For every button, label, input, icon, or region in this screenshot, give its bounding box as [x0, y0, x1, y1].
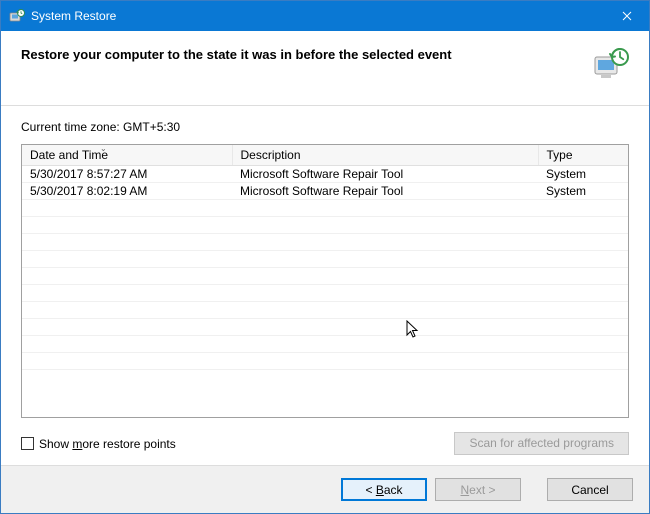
- cell-type: System: [538, 166, 628, 183]
- table-row[interactable]: 5/30/2017 8:57:27 AM Microsoft Software …: [22, 166, 628, 183]
- wizard-header: Restore your computer to the state it wa…: [1, 31, 649, 106]
- system-restore-window: System Restore Restore your computer to …: [0, 0, 650, 514]
- cell-type: System: [538, 183, 628, 200]
- close-button[interactable]: [604, 1, 649, 31]
- cell-date: 5/30/2017 8:02:19 AM: [22, 183, 232, 200]
- cell-desc: Microsoft Software Repair Tool: [232, 166, 538, 183]
- content-area: Current time zone: GMT+5:30 Date and Tim…: [1, 106, 649, 465]
- column-header-description[interactable]: Description: [232, 145, 538, 166]
- table-header-row: Date and Time ⌄ Description Type: [22, 145, 628, 166]
- next-button: Next >: [435, 478, 521, 501]
- show-more-checkbox[interactable]: [21, 437, 34, 450]
- column-header-date[interactable]: Date and Time ⌄: [22, 145, 232, 166]
- restore-icon: [593, 45, 629, 81]
- app-icon: [9, 8, 25, 24]
- sort-indicator-icon: ⌄: [100, 144, 107, 153]
- cell-desc: Microsoft Software Repair Tool: [232, 183, 538, 200]
- close-icon: [622, 11, 632, 21]
- column-header-type[interactable]: Type: [538, 145, 628, 166]
- restore-points-table: Date and Time ⌄ Description Type 5/30/20…: [21, 144, 629, 418]
- scan-affected-button: Scan for affected programs: [454, 432, 629, 455]
- wizard-header-title: Restore your computer to the state it wa…: [21, 45, 593, 62]
- below-table-row: Show more restore points Scan for affect…: [21, 432, 629, 455]
- table-row[interactable]: 5/30/2017 8:02:19 AM Microsoft Software …: [22, 183, 628, 200]
- cancel-button[interactable]: Cancel: [547, 478, 633, 501]
- wizard-footer: < Back Next > Cancel: [1, 465, 649, 513]
- titlebar: System Restore: [1, 1, 649, 31]
- titlebar-title: System Restore: [31, 9, 604, 23]
- timezone-label: Current time zone: GMT+5:30: [21, 120, 629, 134]
- back-button[interactable]: < Back: [341, 478, 427, 501]
- show-more-label[interactable]: Show more restore points: [39, 437, 176, 451]
- column-header-date-label: Date and Time: [30, 148, 108, 162]
- cell-date: 5/30/2017 8:57:27 AM: [22, 166, 232, 183]
